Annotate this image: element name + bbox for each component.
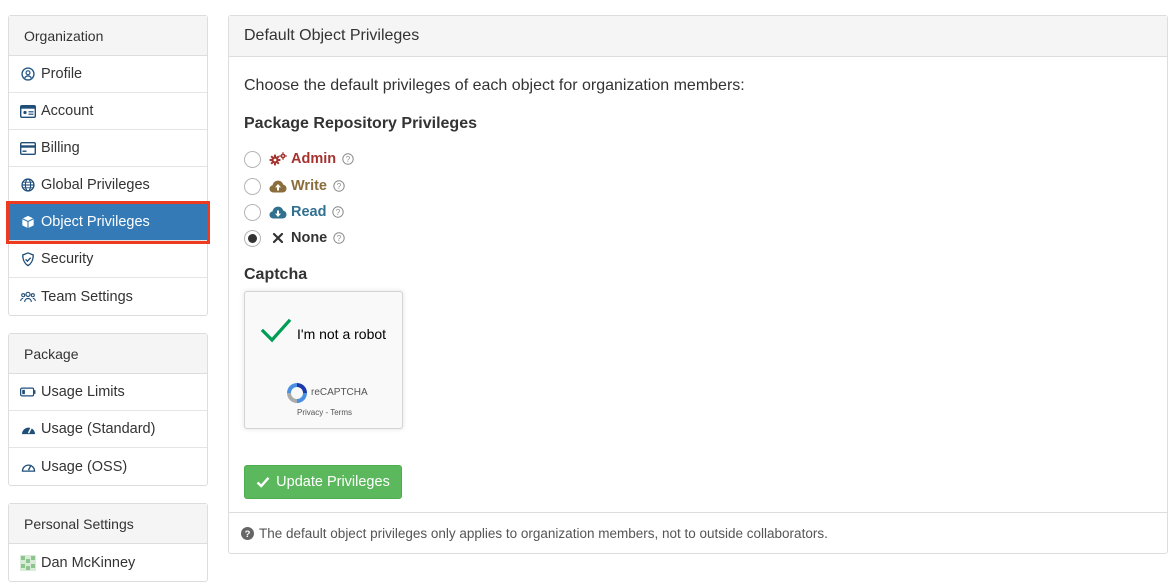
check-icon (256, 476, 270, 488)
question-circle-icon: ? (241, 526, 254, 540)
sidebar-item-object-privileges[interactable]: Object Privileges (6, 201, 210, 244)
cogs-icon (269, 151, 287, 167)
sidebar-item-label: Security (41, 251, 94, 267)
cube-icon (20, 214, 36, 230)
captcha-checkmark-icon[interactable] (260, 318, 292, 347)
cloud-upload-icon (269, 178, 287, 194)
privilege-option-write[interactable]: Write ? (244, 176, 345, 196)
captcha-heading: Captcha (244, 266, 308, 283)
captcha-label: I'm not a robot (297, 326, 387, 342)
gauge-outline-icon (20, 459, 36, 475)
read-radio[interactable] (244, 203, 261, 221)
recaptcha-logo-icon (285, 381, 309, 408)
default-object-privileges-panel: Default Object Privileges Choose the def… (228, 15, 1168, 554)
times-icon (269, 230, 287, 246)
svg-text:?: ? (337, 182, 342, 191)
privilege-option-read[interactable]: Read ? (244, 202, 345, 222)
read-label: Read (291, 204, 327, 220)
sidebar-personal-heading: Personal Settings (9, 504, 207, 544)
update-privileges-button[interactable]: Update Privileges (244, 465, 402, 499)
sidebar-item-usage-standard[interactable]: Usage (Standard) (9, 411, 207, 448)
recaptcha-widget: I'm not a robot reCAPTCHA Privacy - Term… (244, 291, 403, 429)
user-circle-icon (20, 66, 36, 82)
svg-text:?: ? (336, 208, 341, 217)
sidebar-package-heading: Package (9, 334, 207, 374)
credit-card-icon (20, 140, 36, 156)
id-card-icon (20, 103, 36, 119)
svg-text:?: ? (337, 234, 342, 243)
question-circle-icon[interactable]: ? (333, 180, 345, 192)
sidebar-item-usage-oss[interactable]: Usage (OSS) (9, 448, 207, 485)
sidebar-item-label: Dan McKinney (41, 554, 136, 571)
admin-radio[interactable] (244, 150, 261, 168)
sidebar-item-label: Usage (Standard) (41, 421, 156, 437)
none-radio[interactable] (244, 229, 261, 247)
sidebar-item-label: Billing (41, 140, 80, 156)
panel-lead-text: Choose the default privileges of each ob… (244, 77, 745, 94)
none-label: None (291, 230, 328, 246)
sidebar-item-label: Profile (41, 66, 83, 82)
sidebar-organization-heading: Organization (9, 16, 207, 56)
sidebar-item-user[interactable]: Dan McKinney (9, 544, 207, 581)
update-privileges-label: Update Privileges (276, 474, 390, 490)
sidebar-item-usage-limits[interactable]: Usage Limits (9, 374, 207, 411)
sidebar-item-account[interactable]: Account (9, 93, 207, 130)
sidebar-item-label: Usage Limits (41, 384, 125, 400)
panel-footer: ? The default object privileges only app… (229, 512, 1167, 553)
battery-icon (20, 384, 36, 400)
write-radio[interactable] (244, 177, 261, 195)
question-circle-icon[interactable]: ? (342, 153, 354, 165)
sidebar-item-billing[interactable]: Billing (9, 130, 207, 167)
admin-label: Admin (291, 151, 337, 167)
sidebar-item-label: Global Privileges (41, 177, 150, 193)
shield-icon (20, 251, 36, 267)
sidebar-item-label: Object Privileges (41, 214, 150, 230)
sidebar-item-security[interactable]: Security (9, 241, 207, 278)
sidebar-item-label: Usage (OSS) (41, 458, 128, 475)
svg-text:?: ? (346, 155, 351, 164)
globe-icon (20, 177, 36, 193)
sidebar-personal-group: Personal Settings Dan McKinney (8, 503, 208, 582)
privilege-option-none[interactable]: None ? (244, 228, 345, 248)
users-icon (20, 289, 36, 305)
sidebar-item-label: Team Settings (41, 288, 133, 305)
recaptcha-brand: reCAPTCHA (311, 387, 368, 398)
cloud-download-icon (269, 204, 287, 220)
sidebar-item-profile[interactable]: Profile (9, 56, 207, 93)
recaptcha-links[interactable]: Privacy - Terms (245, 408, 404, 417)
sidebar-package-group: Package Usage Limits Usage (Standard) Us… (8, 333, 208, 486)
gauge-icon (20, 421, 36, 437)
footer-note: The default object privileges only appli… (259, 525, 828, 541)
write-label: Write (291, 178, 327, 194)
sidebar-organization-group: Organization Profile Account Billing Glo… (6, 15, 210, 316)
question-circle-icon[interactable]: ? (333, 232, 345, 244)
question-circle-icon[interactable]: ? (332, 206, 345, 218)
avatar-icon (20, 554, 36, 571)
svg-text:?: ? (245, 529, 251, 540)
sidebar-item-global-privileges[interactable]: Global Privileges (9, 167, 207, 204)
sidebar-item-team-settings[interactable]: Team Settings (9, 278, 207, 315)
panel-title: Default Object Privileges (229, 16, 1167, 57)
privilege-option-admin[interactable]: Admin ? (244, 149, 354, 169)
sidebar-item-label: Account (41, 103, 94, 119)
privileges-heading: Package Repository Privileges (244, 115, 477, 132)
